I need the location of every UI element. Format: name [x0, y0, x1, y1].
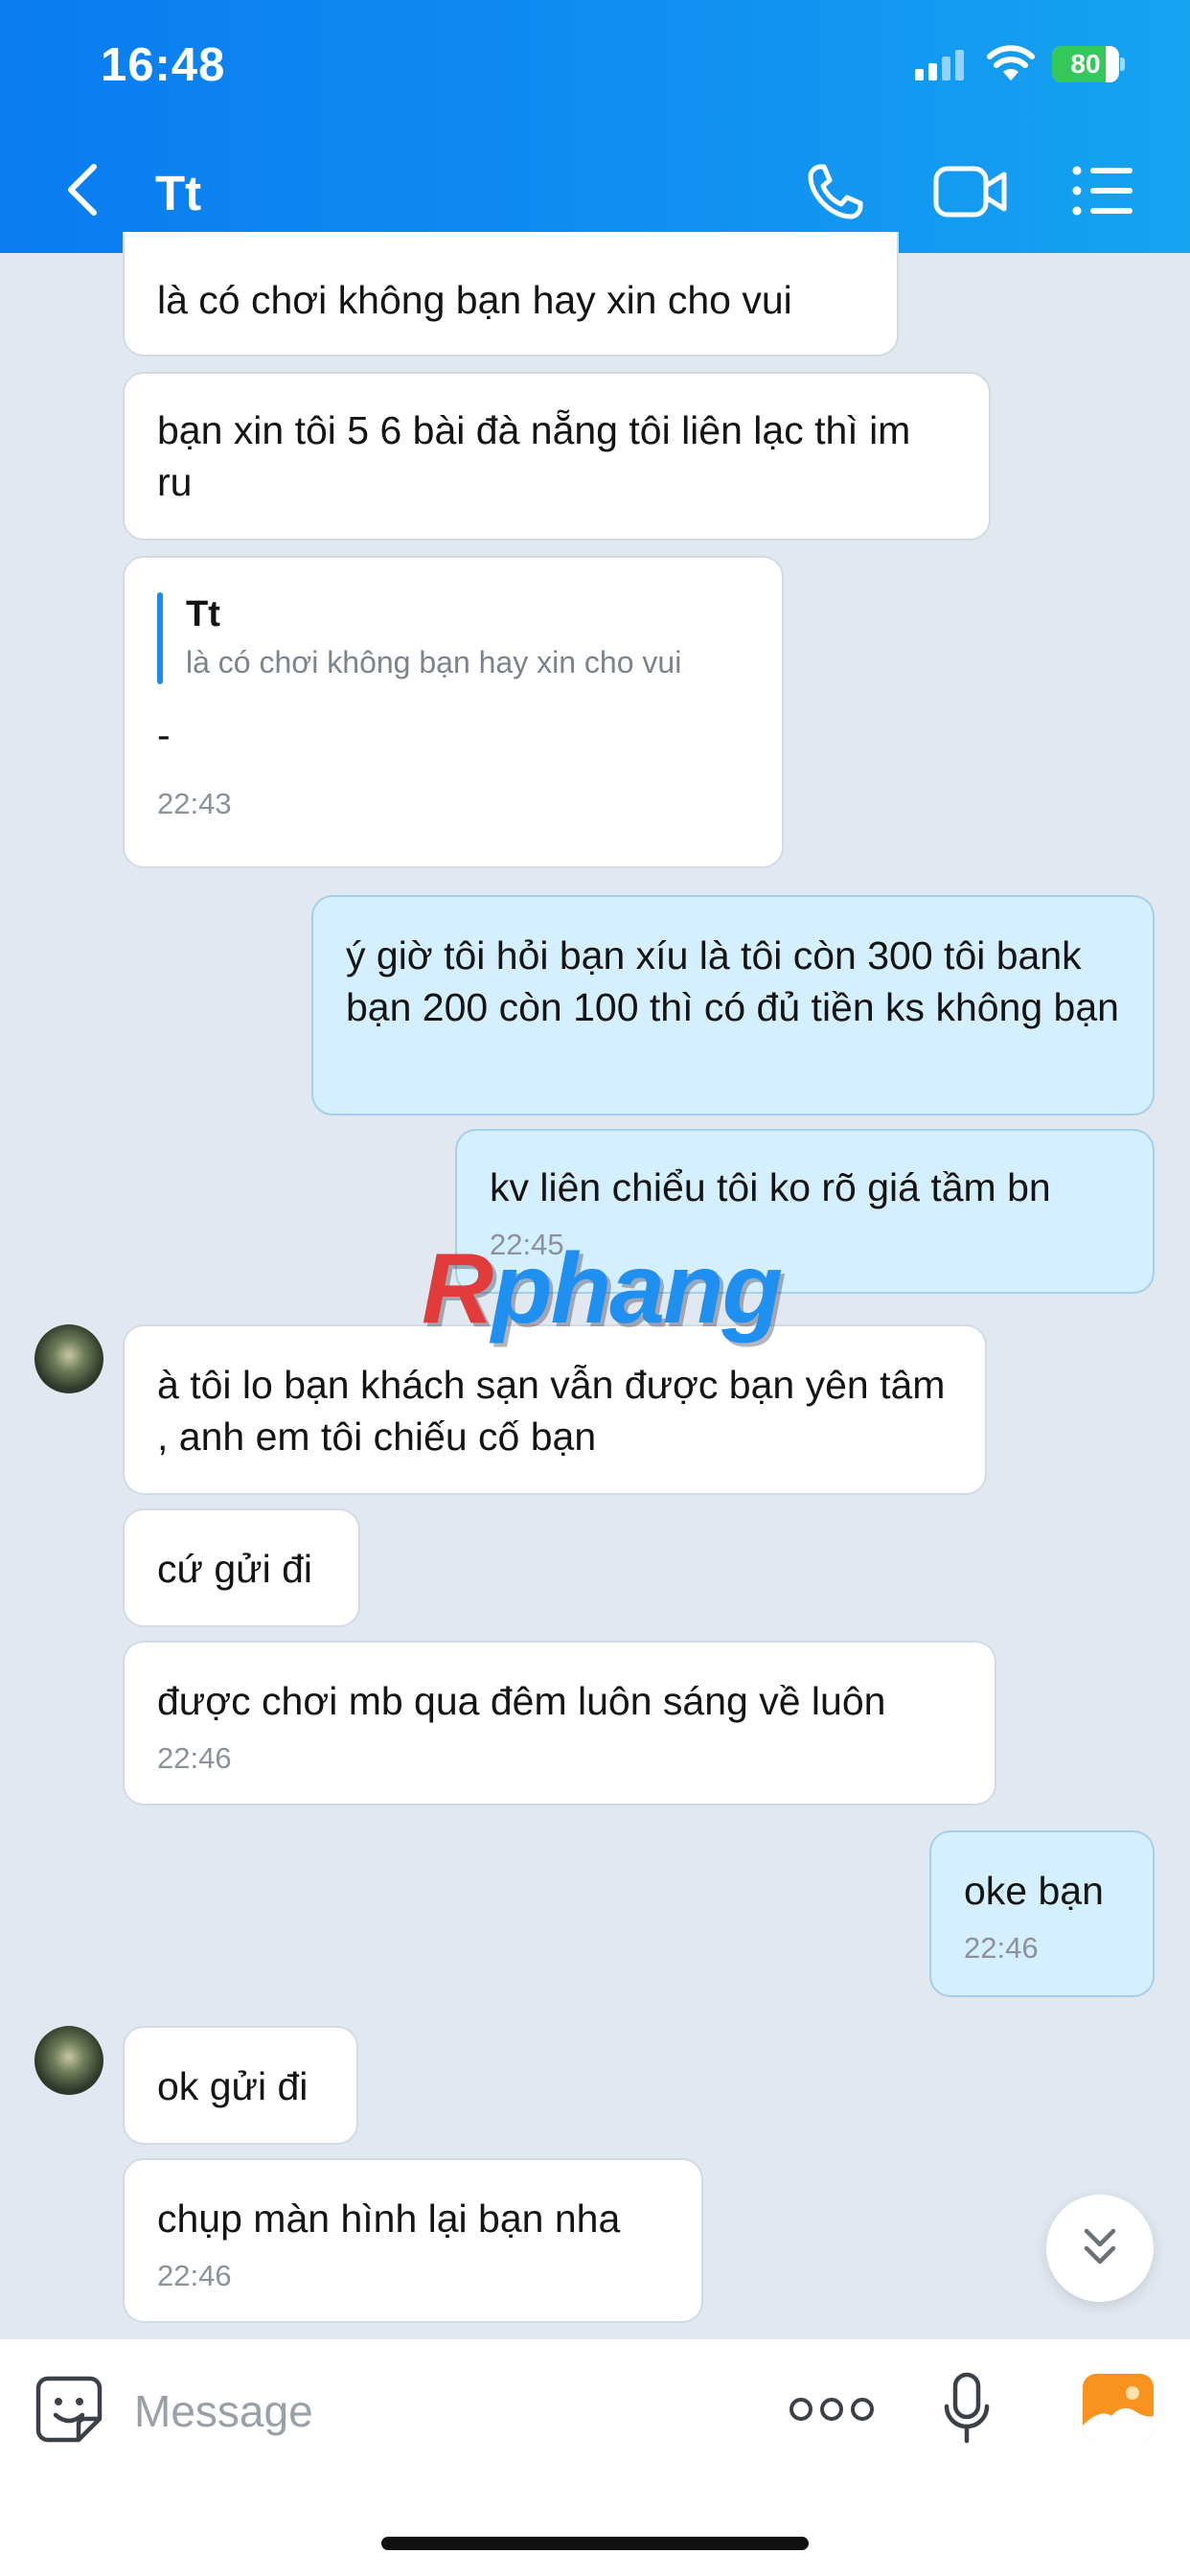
home-indicator: [381, 2537, 809, 2550]
phone-icon[interactable]: [805, 161, 866, 222]
sent-message[interactable]: ý giờ tôi hỏi bạn xíu là tôi còn 300 tôi…: [311, 895, 1155, 1116]
received-message[interactable]: bạn xin tôi 5 6 bài đà nẵng tôi liên lạc…: [123, 372, 991, 540]
microphone-icon[interactable]: [943, 2372, 991, 2445]
list-menu-icon[interactable]: [1071, 163, 1134, 218]
message-composer: [0, 2338, 1190, 2576]
received-message[interactable]: ok gửi đi: [123, 2026, 358, 2145]
battery-label: 80: [1070, 49, 1101, 79]
watermark-logo: Rphang: [422, 1233, 783, 1345]
status-time: 16:48: [101, 39, 226, 91]
received-message[interactable]: à tôi lo bạn khách sạn vẫn được bạn yên …: [123, 1324, 987, 1495]
more-icon[interactable]: [788, 2395, 876, 2424]
message-time: 22:43: [157, 787, 232, 820]
contact-avatar[interactable]: [34, 2026, 103, 2095]
received-message[interactable]: chụp màn hình lại bạn nha 22:46: [123, 2158, 703, 2323]
message-time: 22:46: [964, 1931, 1039, 1965]
quote-bar: [157, 592, 163, 684]
message-text: cứ gửi đi: [157, 1547, 312, 1591]
message-text: là có chơi không bạn hay xin cho vui: [157, 278, 792, 322]
double-chevron-down-icon: [1084, 2228, 1116, 2265]
quote-sender: Tt: [186, 594, 220, 634]
message-input[interactable]: [134, 2380, 747, 2443]
quote-text: là có chơi không bạn hay xin cho vui: [186, 645, 682, 679]
message-time: 22:46: [157, 1741, 232, 1775]
message-text: ý giờ tôi hỏi bạn xíu là tôi còn 300 tôi…: [346, 933, 1119, 1029]
message-text: à tôi lo bạn khách sạn vẫn được bạn yên …: [157, 1363, 946, 1459]
chat-header: 16:48 80 Tt: [0, 0, 1190, 253]
message-text: kv liên chiểu tôi ko rõ giá tầm bn: [490, 1165, 1051, 1209]
message-text: -: [157, 713, 171, 757]
message-text: ok gửi đi: [157, 2064, 309, 2108]
quoted-message[interactable]: Tt là có chơi không bạn hay xin cho vui: [157, 592, 749, 684]
scroll-to-bottom-button[interactable]: [1046, 2195, 1154, 2302]
back-chevron-icon[interactable]: [59, 161, 107, 218]
sticker-icon[interactable]: [34, 2375, 103, 2444]
image-icon[interactable]: [1083, 2374, 1154, 2441]
received-message[interactable]: được chơi mb qua đêm luôn sáng về luôn 2…: [123, 1641, 996, 1806]
sent-message[interactable]: oke bạn 22:46: [929, 1830, 1155, 1997]
message-time: 22:46: [157, 2259, 232, 2292]
wifi-icon: [987, 45, 1035, 80]
message-text: chụp màn hình lại bạn nha: [157, 2196, 621, 2241]
contact-avatar[interactable]: [34, 1324, 103, 1393]
message-text: bạn xin tôi 5 6 bài đà nẵng tôi liên lạc…: [157, 408, 911, 504]
chat-title[interactable]: Tt: [155, 165, 201, 221]
cellular-signal-icon: [915, 50, 964, 80]
received-message[interactable]: cứ gửi đi: [123, 1508, 360, 1627]
received-message[interactable]: là có chơi không bạn hay xin cho vui: [123, 232, 899, 356]
message-text: được chơi mb qua đêm luôn sáng về luôn: [157, 1679, 886, 1723]
message-text: oke bạn: [964, 1869, 1104, 1913]
video-camera-icon[interactable]: [933, 163, 1008, 220]
received-reply-message[interactable]: Tt là có chơi không bạn hay xin cho vui …: [123, 556, 784, 868]
battery-indicator: 80: [1052, 46, 1125, 82]
